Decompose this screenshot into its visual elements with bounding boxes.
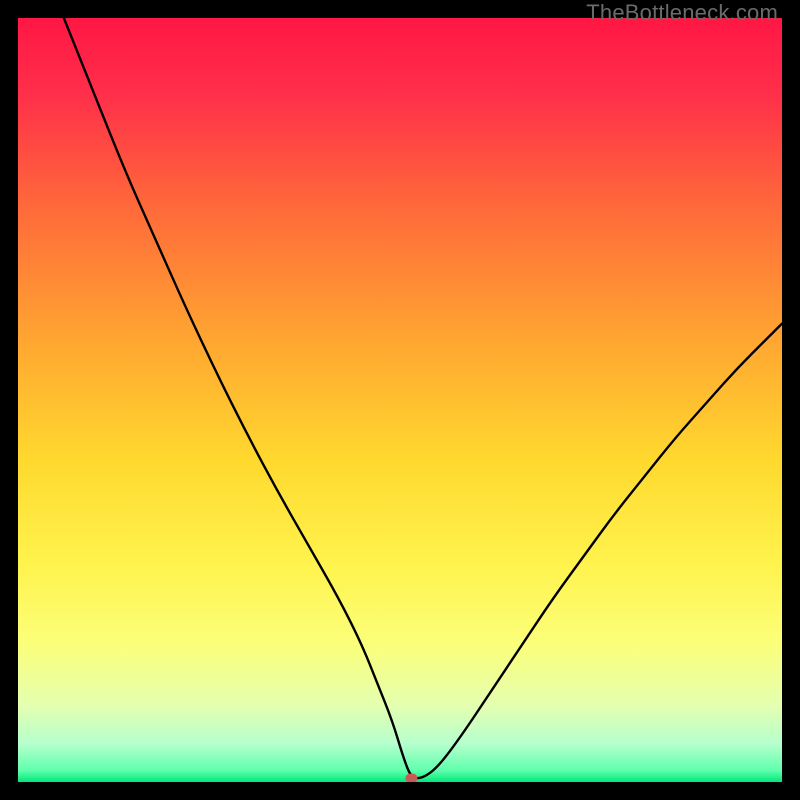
- chart-svg: [18, 18, 782, 782]
- chart-frame: [18, 18, 782, 782]
- watermark-text: TheBottleneck.com: [586, 0, 778, 26]
- optimal-point-marker: [405, 774, 417, 782]
- gradient-background: [18, 18, 782, 782]
